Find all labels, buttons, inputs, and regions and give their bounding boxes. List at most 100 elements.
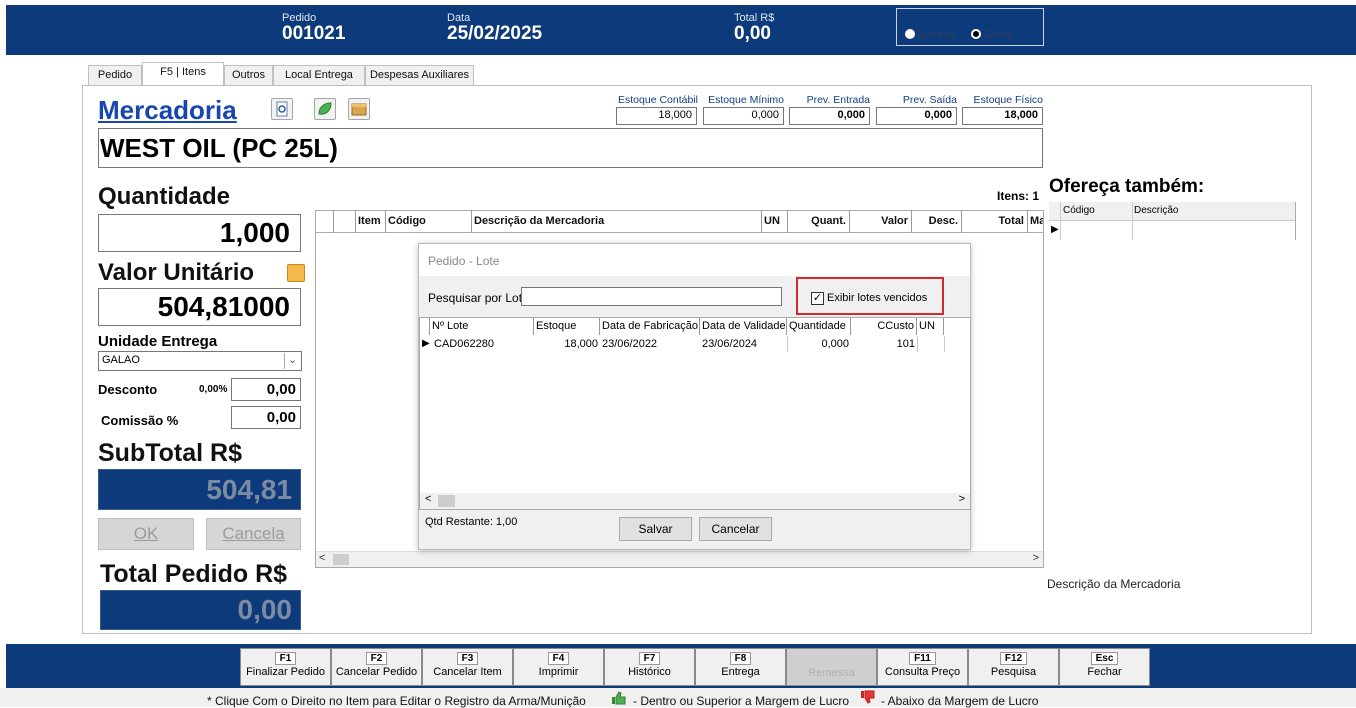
box-icon[interactable] bbox=[348, 98, 370, 120]
tab-pedido[interactable]: Pedido bbox=[88, 65, 142, 85]
lote-col-fabricacao[interactable]: Data de Fabricação bbox=[600, 318, 700, 335]
lote-search-input[interactable] bbox=[521, 287, 782, 306]
lote-ccusto: 101 bbox=[896, 338, 915, 350]
dialog-title: Pedido - Lote bbox=[428, 254, 500, 268]
estoque-contabil-label: Estoque Contábil bbox=[618, 94, 698, 106]
desconto-input[interactable]: 0,00 bbox=[231, 378, 301, 401]
data-value: 25/02/2025 bbox=[447, 23, 543, 44]
scroll-left-icon[interactable]: < bbox=[319, 552, 325, 564]
exibir-vencidos-checkbox[interactable]: ✓ bbox=[811, 292, 824, 305]
consulta-preco-button[interactable]: F11 Consulta Preço bbox=[877, 648, 968, 686]
scroll-right-icon[interactable]: > bbox=[959, 493, 965, 505]
pedido-header: Pedido 001021 bbox=[282, 12, 345, 45]
lote-estoque: 18,000 bbox=[564, 338, 598, 350]
leaf-icon[interactable] bbox=[314, 98, 336, 120]
lote-search-label: Pesquisar por Lote bbox=[428, 291, 529, 305]
historico-button[interactable]: F7 Histórico bbox=[604, 648, 695, 686]
ofereca-col-descricao[interactable]: Descrição bbox=[1132, 202, 1179, 240]
tab-local-entrega[interactable]: Local Entrega bbox=[273, 65, 365, 85]
estoque-minimo-field: 0,000 bbox=[703, 107, 784, 125]
subtotal-label: SubTotal R$ bbox=[98, 439, 242, 467]
estoque-minimo-label: Estoque Mínimo bbox=[708, 94, 784, 106]
header-bar: Pedido 001021 Data 25/02/2025 Total R$ 0… bbox=[6, 5, 1356, 55]
itens-count: Itens: 1 bbox=[997, 189, 1040, 203]
lote-quantidade[interactable]: 0,000 bbox=[787, 338, 849, 350]
quantidade-label: Quantidade bbox=[98, 183, 231, 210]
search-product-icon[interactable] bbox=[271, 98, 293, 120]
entrada-radio[interactable]: Entrada bbox=[905, 29, 956, 41]
col-item[interactable]: Item bbox=[356, 211, 386, 233]
pesquisa-button[interactable]: F12 Pesquisa bbox=[968, 648, 1059, 686]
unidade-entrega-select[interactable]: GALAO ⌄ bbox=[98, 351, 302, 371]
total-header: Total R$ 0,00 bbox=[734, 12, 774, 45]
salvar-button[interactable]: Salvar bbox=[619, 517, 692, 541]
lote-numero: CAD062280 bbox=[434, 338, 494, 350]
cancelar-item-button[interactable]: F3 Cancelar Item bbox=[422, 648, 513, 686]
prev-saida-label: Prev. Saída bbox=[902, 94, 957, 106]
row-pointer-icon: ▶ bbox=[1051, 224, 1059, 235]
imprimir-button[interactable]: F4 Imprimir bbox=[513, 648, 604, 686]
lote-col-quantidade[interactable]: Quantidade bbox=[787, 318, 851, 335]
lote-col-numero[interactable]: Nº Lote bbox=[430, 318, 534, 335]
comissao-input[interactable]: 0,00 bbox=[231, 406, 301, 429]
lote-col-ccusto[interactable]: CCusto bbox=[851, 318, 917, 335]
quantidade-input[interactable]: 1,000 bbox=[98, 214, 301, 252]
scroll-left-icon[interactable]: < bbox=[425, 493, 431, 505]
col-valor[interactable]: Valor bbox=[850, 211, 912, 233]
valor-unitario-input[interactable]: 504,81000 bbox=[98, 288, 301, 326]
items-grid-hscrollbar[interactable]: < > bbox=[316, 551, 1043, 567]
valor-unitario-label: Valor Unitário bbox=[98, 259, 255, 286]
lote-col-un[interactable]: UN bbox=[917, 318, 944, 335]
col-total[interactable]: Total bbox=[962, 211, 1028, 233]
lote-dialog: Pedido - Lote Pesquisar por Lote ✓ Exibi… bbox=[418, 243, 971, 550]
subtotal-value: 504,81 bbox=[98, 469, 301, 510]
ofereca-col-codigo[interactable]: Código bbox=[1063, 205, 1095, 216]
unidade-entrega-value: GALAO bbox=[102, 354, 140, 366]
ofereca-grid[interactable]: Código Descrição ▶ bbox=[1049, 202, 1296, 240]
lock-icon[interactable] bbox=[287, 264, 305, 282]
saida-radio[interactable]: Saída bbox=[971, 29, 1012, 41]
lote-validade: 23/06/2024 bbox=[702, 338, 758, 350]
lote-fabricacao: 23/06/2022 bbox=[602, 338, 658, 350]
ok-button[interactable]: OK bbox=[98, 518, 194, 550]
tab-outros[interactable]: Outros bbox=[224, 65, 273, 85]
col-ma[interactable]: Ma bbox=[1028, 211, 1043, 233]
cancela-button[interactable]: Cancela bbox=[206, 518, 301, 550]
col-un[interactable]: UN bbox=[762, 211, 788, 233]
prev-entrada-label: Prev. Entrada bbox=[806, 94, 870, 106]
remessa-button[interactable]: Remessa bbox=[786, 648, 877, 686]
tab-itens[interactable]: F5 | Itens bbox=[142, 62, 224, 86]
exibir-vencidos-label: Exibir lotes vencidos bbox=[827, 292, 928, 304]
lote-grid[interactable]: Nº Lote Estoque Data de Fabricação Data … bbox=[419, 317, 971, 510]
scroll-right-icon[interactable]: > bbox=[1033, 552, 1039, 564]
desconto-label: Desconto bbox=[98, 382, 158, 397]
function-key-bar: F1 Finalizar Pedido F2 Cancelar Pedido F3 C… bbox=[6, 644, 1356, 688]
finalizar-pedido-button[interactable]: F1 Finalizar Pedido bbox=[240, 648, 331, 686]
status-bad-margin: - Abaixo da Margem de Lucro bbox=[881, 694, 1039, 708]
status-bar: * Clique Com o Direito no Item para Edit… bbox=[0, 688, 1356, 708]
entrada-saida-group: Entrada Saída bbox=[896, 8, 1044, 46]
cancelar-pedido-button[interactable]: F2 Cancelar Pedido bbox=[331, 648, 422, 686]
current-row-icon: ▶ bbox=[422, 338, 430, 349]
tab-despesas-auxiliares[interactable]: Despesas Auxiliares bbox=[365, 65, 474, 85]
mercadoria-link[interactable]: Mercadoria bbox=[98, 95, 237, 126]
lote-grid-hscrollbar[interactable]: < > bbox=[420, 493, 970, 509]
entrega-button[interactable]: F8 Entrega bbox=[695, 648, 786, 686]
col-descricao[interactable]: Descrição da Mercadoria bbox=[472, 211, 762, 233]
qtd-restante: Qtd Restante: 1,00 bbox=[425, 516, 518, 528]
ofereca-title: Ofereça também: bbox=[1049, 176, 1205, 197]
chevron-down-icon[interactable]: ⌄ bbox=[284, 353, 300, 369]
col-quant[interactable]: Quant. bbox=[788, 211, 850, 233]
product-name-field[interactable]: WEST OIL (PC 25L) bbox=[98, 128, 1043, 168]
fechar-button[interactable]: Esc Fechar bbox=[1059, 648, 1150, 686]
estoque-fisico-label: Estoque Físico bbox=[973, 94, 1043, 106]
ofereca-desc-label: Descrição da Mercadoria bbox=[1047, 577, 1181, 591]
total-pedido-value: 0,00 bbox=[100, 590, 301, 630]
col-codigo[interactable]: Código bbox=[386, 211, 472, 233]
lote-col-estoque[interactable]: Estoque bbox=[534, 318, 600, 335]
thumbs-up-icon bbox=[611, 691, 627, 705]
total-pedido-label: Total Pedido R$ bbox=[100, 560, 288, 588]
col-desc[interactable]: Desc. bbox=[912, 211, 962, 233]
lote-col-validade[interactable]: Data de Validade bbox=[700, 318, 787, 335]
cancelar-button[interactable]: Cancelar bbox=[699, 517, 772, 541]
